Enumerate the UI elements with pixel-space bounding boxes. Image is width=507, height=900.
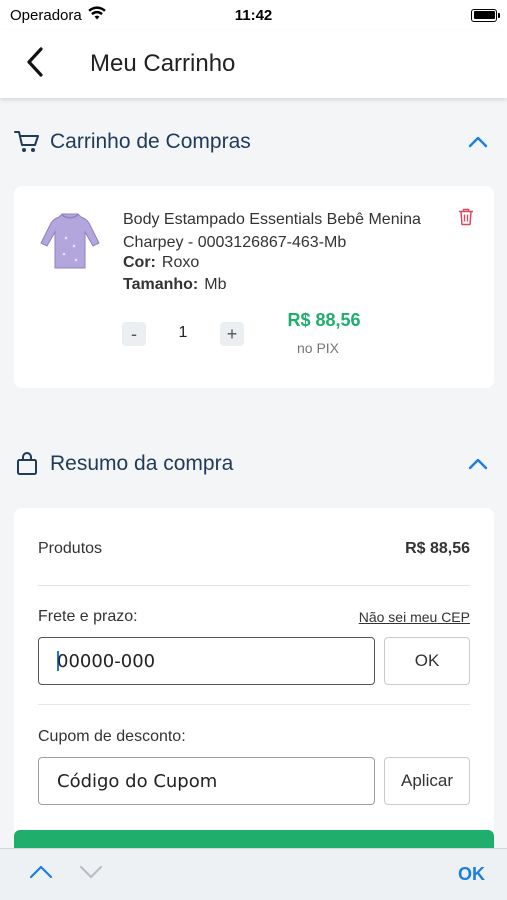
app-header: Meu Carrinho [0,30,507,98]
next-field-button[interactable] [76,860,106,890]
product-image[interactable] [36,208,104,276]
keyboard-done-button[interactable]: OK [458,864,485,885]
coupon-row: Cupom de desconto: [38,728,470,746]
divider [38,704,470,705]
color-label: Cor: [123,254,156,271]
coupon-input-placeholder: Código do Cupom [57,770,218,792]
shipping-row: Frete e prazo: Não sei meu CEP [38,608,470,626]
chevron-up-icon[interactable] [463,449,493,479]
cep-ok-button[interactable]: OK [384,637,470,685]
product-name[interactable]: Body Estampado Essentials Bebê Menina Ch… [123,208,453,254]
shipping-label: Frete e prazo: [38,608,138,625]
cart-section-header[interactable]: Carrinho de Compras [0,112,507,172]
apply-coupon-button[interactable]: Aplicar [384,757,470,805]
shopping-bag-icon [14,451,40,477]
summary-section-title: Resumo da compra [50,452,234,475]
remove-item-button[interactable] [456,208,476,230]
status-left: Operadora [10,6,106,24]
products-row: Produtos R$ 88,56 [38,540,470,558]
summary-section-header[interactable]: Resumo da compra [0,434,507,494]
keyboard-toolbar: OK [0,848,507,900]
battery-icon [471,8,500,22]
size-label: Tamanho: [123,276,199,293]
cart-icon [14,129,40,155]
chevron-up-icon[interactable] [463,127,493,157]
product-size: Tamanho: Mb [123,276,227,294]
previous-field-button[interactable] [26,860,56,890]
decrease-quantity-button[interactable]: - [122,322,146,346]
item-price: R$ 88,56 [287,310,361,330]
chevron-down-icon [79,865,103,884]
products-label: Produtos [38,540,103,557]
carrier-name: Operadora [10,6,82,24]
cart-section-title: Carrinho de Compras [50,130,251,153]
trash-icon [458,208,474,231]
divider [38,585,470,586]
chevron-up-icon [29,865,53,884]
page-title: Meu Carrinho [90,50,236,77]
coupon-label: Cupom de desconto: [38,728,186,745]
color-value: Roxo [161,254,200,271]
quantity-value: 1 [178,324,188,341]
cep-input-value: 00000-000 [57,650,156,672]
increase-quantity-button[interactable]: + [220,322,244,346]
coupon-input[interactable]: Código do Cupom [38,757,375,805]
wifi-icon [88,6,106,24]
unknown-cep-link[interactable]: Não sei meu CEP [359,609,470,625]
summary-card: Produtos R$ 88,56 Frete e prazo: Não sei… [14,508,494,848]
price-note: no PIX [296,340,340,356]
size-value: Mb [204,276,227,293]
chevron-left-icon [25,46,45,83]
product-color: Cor: Roxo [123,254,199,272]
back-button[interactable] [0,30,70,98]
status-bar: Operadora 11:42 [0,0,507,30]
cep-input[interactable]: 00000-000 [38,637,375,685]
cart-item-card: Body Estampado Essentials Bebê Menina Ch… [14,186,494,388]
products-total: R$ 88,56 [405,540,470,557]
